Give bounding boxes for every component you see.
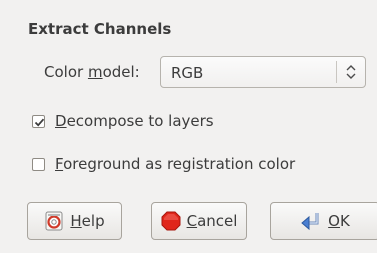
foreground-label-rest: oreground as registration color bbox=[63, 155, 296, 173]
help-mnemonic: H bbox=[70, 212, 82, 230]
foreground-registration-label: Foreground as registration color bbox=[55, 155, 295, 173]
checkmark-icon bbox=[34, 118, 45, 127]
dialog-title: Extract Channels bbox=[28, 20, 172, 38]
ok-icon bbox=[301, 213, 319, 231]
color-model-label: Color model: bbox=[44, 63, 140, 81]
ok-button-label: OK bbox=[328, 212, 350, 230]
cancel-mnemonic: C bbox=[186, 212, 198, 230]
decompose-to-layers-label: Decompose to layers bbox=[55, 112, 214, 130]
decompose-mnemonic: D bbox=[55, 112, 67, 130]
ok-mnemonic: O bbox=[328, 212, 340, 230]
help-button[interactable]: Help bbox=[27, 202, 122, 240]
ok-button[interactable]: OK bbox=[270, 202, 377, 240]
up-down-arrows-icon bbox=[346, 65, 356, 79]
color-model-label-suffix: odel: bbox=[102, 63, 140, 81]
foreground-registration-checkbox[interactable] bbox=[32, 158, 45, 171]
decompose-to-layers-checkbox[interactable] bbox=[32, 115, 45, 128]
cancel-label-rest: ancel bbox=[197, 212, 238, 230]
color-model-label-mnemonic: m bbox=[87, 63, 103, 81]
extract-channels-dialog: Extract Channels Color model: RGB Decomp… bbox=[0, 0, 377, 253]
cancel-icon bbox=[161, 211, 181, 231]
dialog-button-bar: Help Cancel OK bbox=[0, 199, 377, 253]
help-button-label: Help bbox=[70, 212, 104, 230]
foreground-mnemonic: F bbox=[55, 155, 64, 173]
cancel-button-label: Cancel bbox=[187, 212, 238, 230]
help-icon bbox=[45, 211, 63, 231]
ok-label-rest: K bbox=[339, 212, 350, 230]
cancel-button[interactable]: Cancel bbox=[151, 202, 247, 240]
color-model-label-prefix: Color bbox=[44, 63, 88, 81]
color-model-combo[interactable]: RGB bbox=[160, 56, 366, 88]
help-label-rest: elp bbox=[81, 212, 105, 230]
decompose-label-rest: ecompose to layers bbox=[66, 112, 214, 130]
color-model-value: RGB bbox=[171, 64, 204, 82]
combo-separator bbox=[336, 61, 337, 83]
